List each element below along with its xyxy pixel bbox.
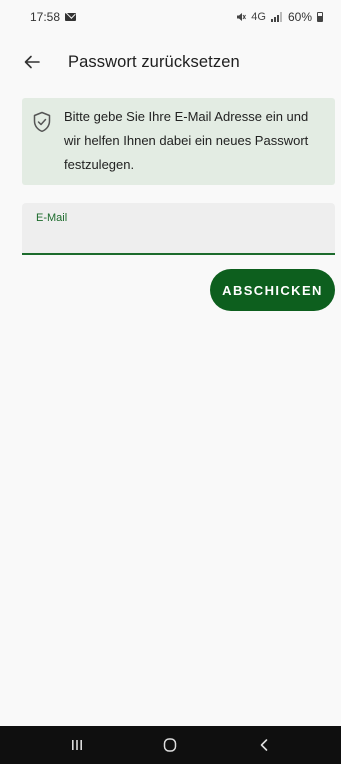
battery-icon bbox=[317, 12, 323, 22]
email-input[interactable] bbox=[36, 229, 316, 247]
home-button[interactable] bbox=[150, 730, 190, 760]
battery-percent: 60% bbox=[287, 10, 312, 24]
submit-button[interactable]: ABSCHICKEN bbox=[210, 269, 335, 311]
mail-icon bbox=[65, 13, 77, 21]
email-field[interactable]: E-Mail bbox=[22, 203, 335, 255]
status-time: 17:58 bbox=[30, 10, 61, 24]
status-right: 4G 60% bbox=[236, 10, 323, 24]
nav-back-icon bbox=[260, 739, 268, 751]
app-bar: Passwort zurücksetzen bbox=[0, 38, 341, 86]
signal-icon bbox=[270, 12, 282, 22]
info-banner: Bitte gebe Sie Ihre E-Mail Adresse ein u… bbox=[22, 98, 335, 185]
shield-check-icon bbox=[33, 111, 51, 133]
email-label: E-Mail bbox=[36, 212, 68, 224]
home-icon bbox=[164, 738, 177, 752]
system-nav-bar bbox=[0, 726, 341, 764]
info-text: Bitte gebe Sie Ihre E-Mail Adresse ein u… bbox=[64, 109, 309, 172]
network-type: 4G bbox=[251, 11, 266, 23]
recents-button[interactable] bbox=[57, 730, 97, 760]
page-title: Passwort zurücksetzen bbox=[68, 52, 240, 71]
recents-icon bbox=[71, 740, 82, 750]
status-left: 17:58 bbox=[30, 10, 77, 24]
arrow-left-icon bbox=[24, 55, 40, 69]
nav-back-button[interactable] bbox=[244, 730, 284, 760]
mute-icon bbox=[237, 13, 247, 21]
back-button[interactable] bbox=[18, 48, 46, 76]
status-bar: 17:58 4G 60% bbox=[0, 0, 341, 34]
